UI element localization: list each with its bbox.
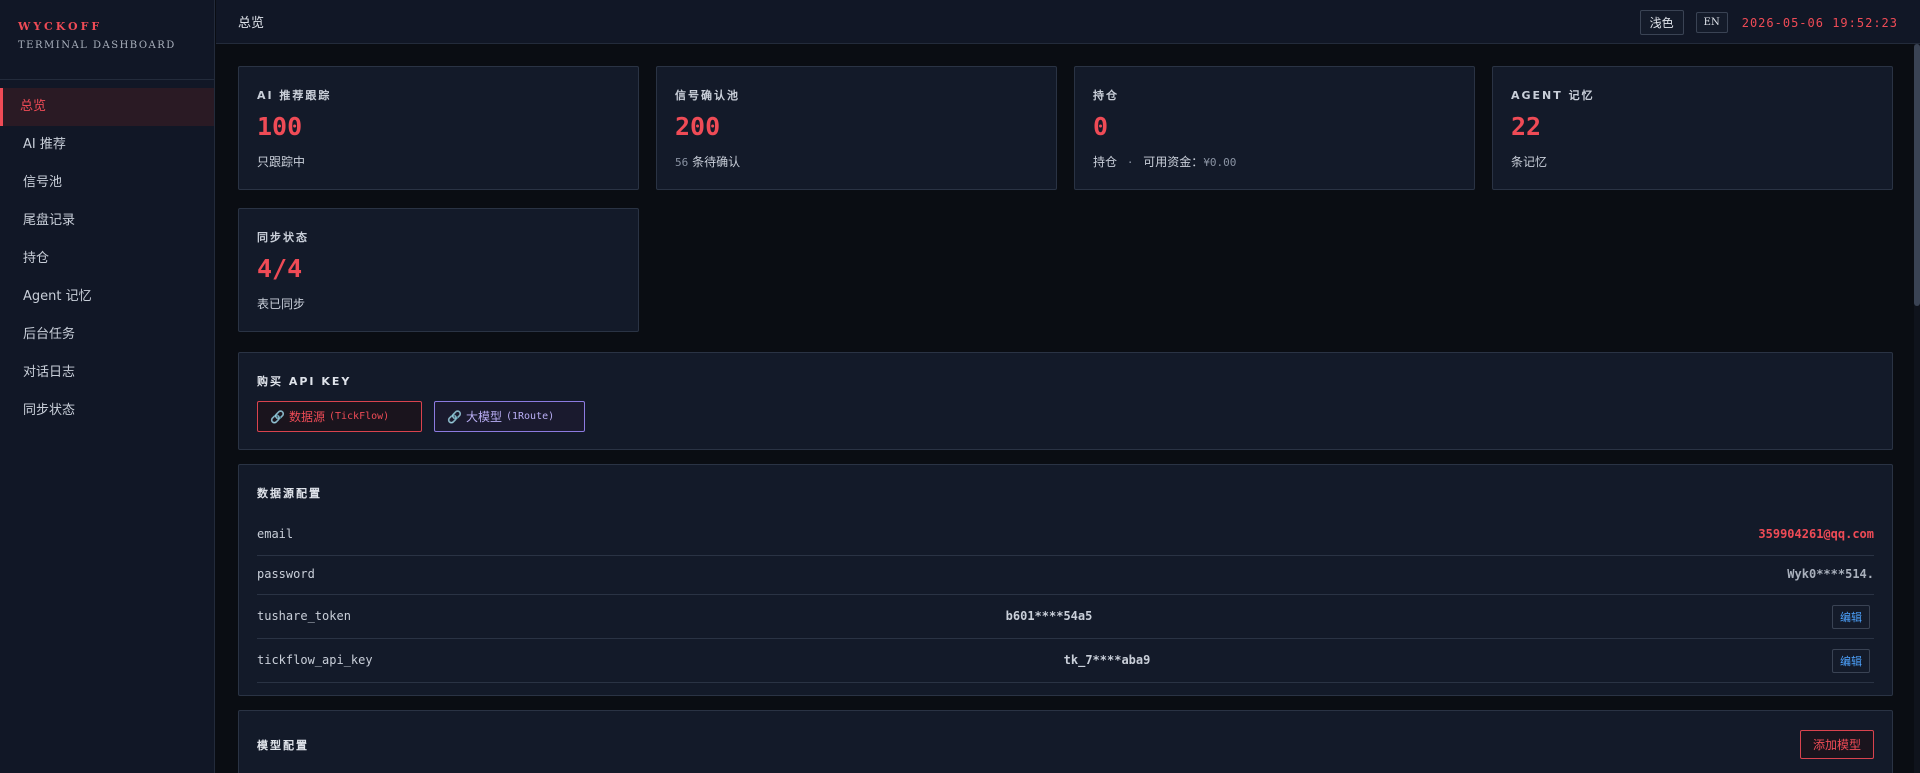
- edit-tickflow-api-key-button[interactable]: 编辑: [1832, 649, 1870, 673]
- stat-card-agent-memory: AGENT 记忆 22 条记忆: [1492, 66, 1893, 190]
- stat-card-value: 22: [1511, 112, 1542, 141]
- stat-card-value: 0: [1093, 112, 1109, 141]
- stat-card-sub: 表已同步: [257, 297, 306, 311]
- config-value: tk_7****aba9: [1063, 653, 1151, 667]
- config-row-tushare-token: tushare_token b601****54a5 编辑: [257, 595, 1874, 639]
- sidebar-item-overview[interactable]: 总览: [0, 88, 214, 126]
- provider-label: (1Route): [505, 411, 555, 422]
- model-config-panel: 模型配置 添加模型: [238, 710, 1893, 773]
- buy-datasource-button[interactable]: 🔗 数据源 (TickFlow): [257, 401, 422, 432]
- theme-toggle-button[interactable]: 浅色: [1639, 10, 1684, 35]
- stat-card-label: 同步状态: [257, 231, 309, 244]
- pending-label: 条待确认: [692, 155, 741, 169]
- sidebar-item-background-tasks[interactable]: 后台任务: [0, 316, 214, 354]
- main-scrollbar[interactable]: [1914, 44, 1920, 773]
- stat-card-positions: 持仓 0 持仓 · 可用资金：¥0.00: [1074, 66, 1475, 190]
- topbar: 总览 浅色 EN 2026-05-06 19:52:23: [216, 0, 1920, 44]
- stat-card-sub: 只跟踪中: [257, 155, 306, 169]
- stat-card-label: AGENT 记忆: [1511, 89, 1595, 102]
- config-value: Wyk0****514.: [1787, 567, 1874, 581]
- topbar-actions: 浅色 EN 2026-05-06 19:52:23: [1639, 10, 1898, 35]
- sidebar-item-positions[interactable]: 持仓: [0, 240, 214, 278]
- config-value: 359904261@qq.com: [1758, 527, 1874, 541]
- sidebar-item-agent-memory[interactable]: Agent 记忆: [0, 278, 214, 316]
- page-title: 总览: [238, 16, 265, 31]
- pending-count: 56: [675, 156, 689, 169]
- provider-label: (TickFlow): [328, 411, 390, 422]
- config-key: tickflow_api_key: [257, 653, 373, 667]
- config-row-tickflow-api-key: tickflow_api_key tk_7****aba9 编辑: [257, 639, 1874, 683]
- buy-api-key-panel: 购买 API KEY 🔗 数据源 (TickFlow) 🔗 大模型 (1Rout…: [238, 352, 1893, 450]
- datasource-config-panel: 数据源配置 email 359904261@qq.com password Wy…: [238, 464, 1893, 696]
- section-title: 模型配置: [257, 739, 309, 752]
- stat-card-value: 200: [675, 112, 721, 141]
- stat-card-sub: 条记忆: [1511, 155, 1548, 169]
- config-key: password: [257, 567, 315, 581]
- stat-card-label: 信号确认池: [675, 89, 740, 102]
- datetime-display: 2026-05-06 19:52:23: [1741, 15, 1898, 30]
- sidebar-item-chat-logs[interactable]: 对话日志: [0, 354, 214, 392]
- scrollbar-thumb[interactable]: [1914, 44, 1920, 306]
- config-row-email: email 359904261@qq.com: [257, 517, 1874, 556]
- stat-card-label: AI 推荐跟踪: [257, 89, 332, 102]
- config-key: tushare_token: [257, 609, 351, 623]
- language-toggle-button[interactable]: EN: [1695, 12, 1728, 33]
- sidebar-item-signal-pool[interactable]: 信号池: [0, 164, 214, 202]
- link-icon: 🔗: [270, 409, 285, 424]
- button-label: 数据源: [288, 410, 325, 424]
- stat-card-sync-status: 同步状态 4/4 表已同步: [238, 208, 639, 332]
- positions-label: 持仓: [1093, 155, 1118, 169]
- config-row-password: password Wyk0****514.: [257, 556, 1874, 595]
- available-funds-value: ¥0.00: [1203, 156, 1237, 169]
- buy-llm-button[interactable]: 🔗 大模型 (1Route): [434, 401, 585, 432]
- stat-card-label: 持仓: [1093, 89, 1119, 102]
- brand: WYCKOFF TERMINAL DASHBOARD: [0, 0, 214, 80]
- stat-card-signal-pool: 信号确认池 200 56 条待确认: [656, 66, 1057, 190]
- button-label: 大模型: [465, 410, 502, 424]
- sidebar-item-ai-recommend[interactable]: AI 推荐: [0, 126, 214, 164]
- sidebar-item-closing-records[interactable]: 尾盘记录: [0, 202, 214, 240]
- config-value: b601****54a5: [1005, 609, 1093, 623]
- add-model-button[interactable]: 添加模型: [1799, 730, 1874, 759]
- edit-tushare-token-button[interactable]: 编辑: [1832, 605, 1870, 629]
- link-icon: 🔗: [447, 409, 462, 424]
- config-key: email: [257, 527, 294, 541]
- stat-card-value: 4/4: [257, 254, 303, 283]
- stat-card-value: 100: [257, 112, 303, 141]
- brand-subtitle: TERMINAL DASHBOARD: [18, 40, 176, 51]
- section-title: 购买 API KEY: [257, 375, 352, 388]
- separator: ·: [1126, 156, 1134, 169]
- sidebar: WYCKOFF TERMINAL DASHBOARD 总览 AI 推荐 信号池 …: [0, 0, 215, 773]
- sidebar-item-sync-status[interactable]: 同步状态: [0, 392, 214, 430]
- available-funds-label: 可用资金：: [1143, 155, 1204, 169]
- stat-card-sub: 56 条待确认: [675, 153, 740, 170]
- main-content: AI 推荐跟踪 100 只跟踪中 信号确认池 200 56 条待确认 持仓 0 …: [216, 44, 1914, 773]
- stat-card-sub: 持仓 · 可用资金：¥0.00: [1093, 153, 1236, 170]
- sidebar-nav: 总览 AI 推荐 信号池 尾盘记录 持仓 Agent 记忆 后台任务 对话日志 …: [0, 88, 214, 430]
- stat-card-ai-tracking: AI 推荐跟踪 100 只跟踪中: [238, 66, 639, 190]
- brand-name: WYCKOFF: [18, 20, 103, 33]
- section-title: 数据源配置: [257, 487, 322, 500]
